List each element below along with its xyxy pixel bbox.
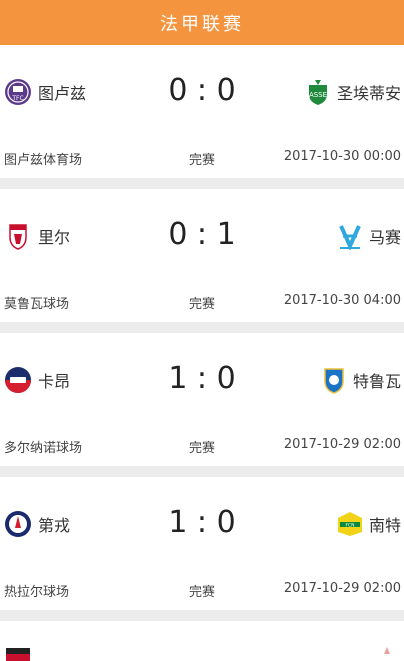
match-time: 2017-10-29 02:00	[283, 581, 401, 596]
match-card[interactable]: 里尔 0 : 1 马赛 莫鲁瓦球场 完赛 2017-10-30 04:00	[0, 189, 404, 322]
home-team-name: 第戎	[38, 516, 71, 535]
home-team[interactable]: 卡昂	[4, 365, 70, 395]
match-time: 2017-10-30 00:00	[283, 149, 401, 164]
svg-text:TFC: TFC	[11, 95, 23, 102]
troyes-logo-icon	[324, 368, 344, 394]
team-logo-icon	[384, 647, 390, 654]
nantes-logo-icon: FCN	[337, 512, 362, 536]
home-team[interactable]: 里尔	[4, 221, 70, 251]
svg-text:ASSE: ASSE	[309, 91, 327, 99]
match-card[interactable]: 卡昂 1 : 0 特鲁瓦 多尔纳诺球场 完赛 2017-10-29 02:00	[0, 333, 404, 466]
home-team[interactable]: TFC 图卢兹	[4, 77, 86, 107]
away-team-name: 南特	[368, 516, 401, 535]
away-team[interactable]: 马赛	[336, 221, 401, 251]
marseille-logo-icon	[339, 225, 361, 250]
away-team-name: 圣埃蒂安	[336, 84, 401, 103]
team-logo-icon	[6, 648, 30, 661]
dijon-logo-icon	[5, 511, 31, 537]
match-card[interactable]: TFC 图卢兹 0 : 0 ASSE 圣埃蒂安 图卢兹体育场 完赛 2017-1…	[0, 45, 404, 178]
away-team[interactable]: 特鲁瓦	[320, 365, 401, 395]
away-team-name: 特鲁瓦	[352, 372, 401, 391]
caen-logo-icon	[5, 367, 31, 393]
match-card[interactable]: 第戎 1 : 0 FCN 南特 热拉尔球场 完赛 2017-10-29 02:0…	[0, 477, 404, 610]
saint-etienne-logo-icon: ASSE	[309, 80, 327, 105]
away-team[interactable]: ASSE 圣埃蒂安	[304, 77, 401, 107]
home-team-name: 里尔	[38, 228, 71, 247]
home-team-name: 卡昂	[38, 372, 71, 391]
svg-text:FCN: FCN	[345, 523, 354, 529]
match-time: 2017-10-29 02:00	[283, 437, 401, 452]
match-card[interactable]	[0, 621, 404, 661]
home-team-name: 图卢兹	[38, 84, 87, 103]
app-header: 法甲联赛	[0, 0, 404, 45]
page-title: 法甲联赛	[160, 13, 244, 35]
away-team[interactable]: FCN 南特	[336, 509, 401, 539]
toulouse-logo-icon: TFC	[5, 79, 31, 105]
away-team[interactable]	[373, 643, 401, 661]
lille-logo-icon	[9, 224, 27, 250]
match-time: 2017-10-30 04:00	[283, 293, 401, 308]
home-team[interactable]: 第戎	[4, 509, 70, 539]
away-team-name: 马赛	[368, 228, 401, 247]
home-team[interactable]	[4, 643, 32, 661]
match-list: TFC 图卢兹 0 : 0 ASSE 圣埃蒂安 图卢兹体育场 完赛 2017-1…	[0, 45, 404, 661]
